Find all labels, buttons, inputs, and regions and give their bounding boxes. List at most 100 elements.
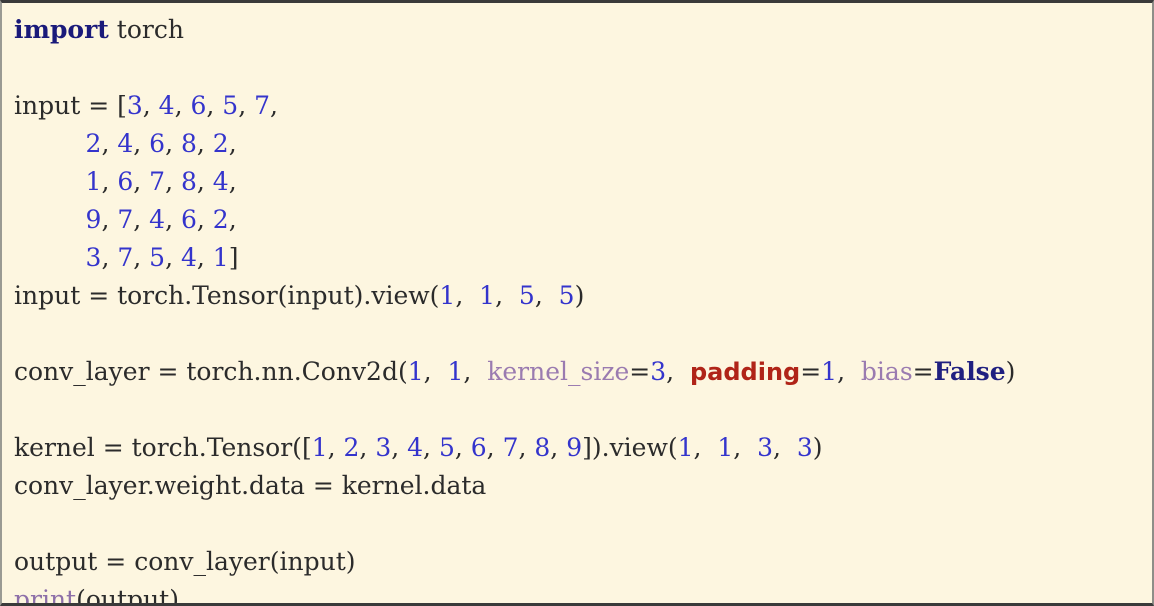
code-token: 6 — [180, 205, 197, 234]
code-token: 2 — [85, 129, 102, 158]
code-token: 1 — [212, 243, 229, 272]
code-token: , — [518, 433, 535, 462]
code-token: print — [14, 585, 77, 606]
code-token: , — [837, 357, 861, 386]
code-token: , — [773, 433, 797, 462]
code-block[interactable]: import torch input = [3, 4, 6, 5, 7, 2, … — [14, 11, 1148, 606]
code-token: 4 — [180, 243, 197, 272]
code-token: 1 — [407, 357, 424, 386]
code-token: input = torch.Tensor(input).view( — [14, 281, 440, 310]
code-token: , — [270, 91, 278, 120]
code-token: 2 — [343, 433, 360, 462]
code-token: 5 — [438, 433, 455, 462]
code-token: 1 — [479, 281, 496, 310]
code-token: 3 — [126, 91, 143, 120]
line-import: import torch — [14, 11, 1148, 49]
code-token: padding — [689, 358, 801, 386]
code-token: False — [933, 357, 1006, 386]
code-token: , — [327, 433, 344, 462]
code-token: 5 — [518, 281, 535, 310]
code-token: 4 — [158, 91, 175, 120]
code-token: 4 — [212, 167, 229, 196]
code-token: 3 — [796, 433, 813, 462]
code-token: 3 — [375, 433, 392, 462]
code-token: 7 — [254, 91, 270, 120]
code-token: , — [486, 433, 503, 462]
code-token: 1 — [439, 281, 456, 310]
line-input-row-2: 2, 4, 6, 8, 2, — [14, 125, 1148, 163]
code-token: conv_layer.weight.data = kernel.data — [14, 471, 487, 500]
code-token: , — [550, 433, 567, 462]
code-token: , — [455, 281, 480, 310]
line-conv-layer: conv_layer = torch.nn.Conv2d(1, 1, kerne… — [14, 353, 1148, 391]
code-token: ) — [1005, 357, 1016, 386]
code-token: 1 — [85, 167, 102, 196]
code-token: conv_layer = torch.nn.Conv2d( — [14, 357, 408, 386]
code-token: output = conv_layer(input) — [14, 547, 356, 576]
code-token: , — [101, 205, 118, 234]
code-token: , — [101, 167, 118, 196]
code-token: 1 — [677, 433, 694, 462]
code-token: ) — [574, 281, 585, 310]
code-token: 8 — [180, 167, 197, 196]
code-token: 6 — [149, 129, 166, 158]
code-token: , — [174, 91, 191, 120]
code-token: , — [454, 433, 471, 462]
line-input-view: input = torch.Tensor(input).view(1, 1, 5… — [14, 277, 1148, 315]
code-token: , — [534, 281, 559, 310]
code-token: , — [228, 129, 237, 158]
code-token: , — [733, 433, 758, 462]
code-token: 1 — [447, 357, 464, 386]
code-token: , — [133, 167, 150, 196]
code-token: 1 — [821, 357, 838, 386]
line-blank-3 — [14, 391, 1148, 429]
code-token: kernel_size — [487, 357, 630, 386]
code-screenshot-window: import torch input = [3, 4, 6, 5, 7, 2, … — [0, 0, 1154, 606]
code-token: , — [133, 205, 150, 234]
code-token: 7 — [117, 243, 134, 272]
code-token: torch — [108, 15, 184, 44]
code-token: , — [165, 243, 181, 272]
code-token: ) — [812, 433, 823, 462]
code-token: , — [165, 205, 181, 234]
code-token: ] — [228, 243, 239, 272]
code-token: 1 — [717, 433, 734, 462]
code-token: 9 — [85, 205, 102, 234]
code-token: , — [359, 433, 376, 462]
code-token: import — [14, 15, 109, 44]
code-token: , — [101, 243, 118, 272]
code-token: input = [ — [14, 91, 127, 120]
code-token: , — [133, 243, 150, 272]
code-token: 9 — [566, 433, 583, 462]
code-token: 4 — [407, 433, 424, 462]
code-token: , — [666, 357, 690, 386]
code-token: , — [101, 129, 118, 158]
code-token: , — [196, 167, 213, 196]
code-token: 7 — [117, 205, 134, 234]
code-token: bias — [860, 357, 913, 386]
code-token: , — [228, 205, 237, 234]
code-token: 5 — [222, 91, 239, 120]
line-blank-2 — [14, 315, 1148, 353]
code-token: 6 — [190, 91, 207, 120]
code-token: 7 — [149, 167, 166, 196]
code-token: , — [196, 205, 213, 234]
code-token: = — [629, 357, 651, 386]
code-token: 5 — [149, 243, 166, 272]
code-token: 3 — [650, 357, 667, 386]
code-token: ]).view( — [582, 433, 678, 462]
code-token: , — [206, 91, 223, 120]
code-token: , — [423, 433, 439, 462]
code-token: 4 — [117, 129, 134, 158]
code-token: , — [196, 243, 213, 272]
line-weight-assign: conv_layer.weight.data = kernel.data — [14, 467, 1148, 505]
code-token: , — [238, 91, 255, 120]
code-token: , — [165, 167, 181, 196]
code-token: 5 — [558, 281, 575, 310]
line-blank-4 — [14, 505, 1148, 543]
code-token: 2 — [212, 205, 229, 234]
code-token: , — [693, 433, 718, 462]
code-token: 7 — [502, 433, 519, 462]
